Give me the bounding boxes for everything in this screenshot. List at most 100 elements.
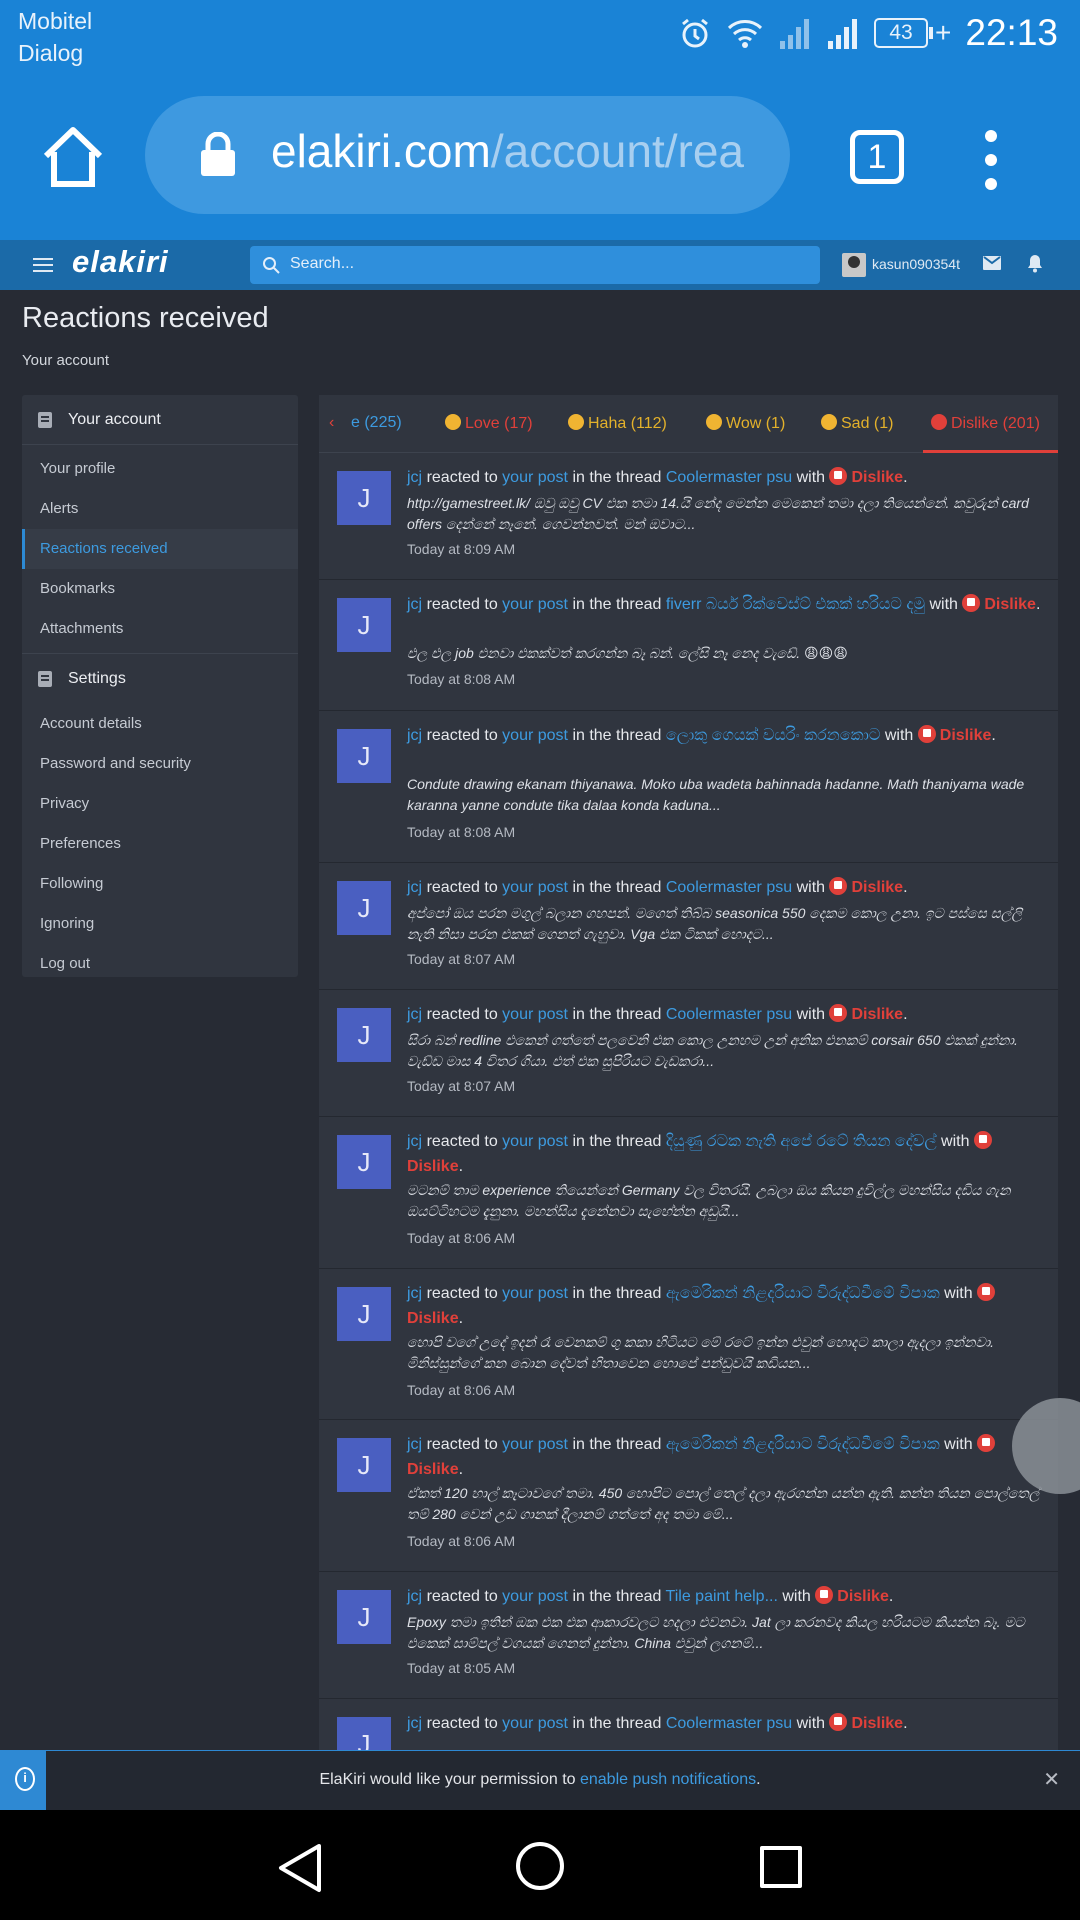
- post-link[interactable]: your post: [502, 1436, 568, 1453]
- enable-push-link[interactable]: enable push notifications: [580, 1771, 756, 1788]
- thread-link[interactable]: දියුණු රටක නැති අපේ රටේ තියන දේවල්: [666, 1133, 937, 1150]
- timestamp[interactable]: Today at 8:06 AM: [407, 1230, 515, 1246]
- breadcrumb[interactable]: Your account: [22, 352, 109, 369]
- tab-like[interactable]: e (225): [351, 414, 402, 432]
- post-link[interactable]: your post: [502, 596, 568, 613]
- tab-love[interactable]: Love (17): [445, 414, 533, 433]
- close-icon[interactable]: ✕: [1043, 1767, 1060, 1792]
- avatar[interactable]: J: [337, 471, 391, 525]
- avatar[interactable]: J: [337, 1008, 391, 1062]
- timestamp[interactable]: Today at 8:08 AM: [407, 824, 515, 840]
- post-link[interactable]: your post: [502, 469, 568, 486]
- user-link[interactable]: jcj: [407, 879, 422, 896]
- mail-icon[interactable]: [983, 256, 1001, 270]
- carrier-2: Dialog: [18, 40, 84, 66]
- user-link[interactable]: jcj: [407, 1588, 422, 1605]
- reaction-badge: Dislike: [917, 725, 991, 744]
- thread-link[interactable]: Coolermaster psu: [666, 1715, 792, 1732]
- user-link[interactable]: jcj: [407, 596, 422, 613]
- avatar[interactable]: J: [337, 1438, 391, 1492]
- user-avatar[interactable]: [842, 253, 866, 277]
- dislike-emoji-icon: [931, 414, 947, 430]
- search-input[interactable]: Search...: [250, 246, 820, 284]
- thread-link[interactable]: ඇමෙරිකන් නිළදරියාට විරුද්ධවීමේ විපාක: [666, 1436, 940, 1453]
- post-link[interactable]: your post: [502, 1588, 568, 1605]
- clock: 22:13: [965, 12, 1058, 53]
- system-nav-bar: [0, 1810, 1080, 1920]
- sidebar-item-bookmarks[interactable]: Bookmarks: [22, 569, 298, 609]
- sidebar-item-attachments[interactable]: Attachments: [22, 609, 298, 649]
- thread-link[interactable]: Coolermaster psu: [666, 879, 792, 896]
- carrier-1: Mobitel: [18, 8, 93, 34]
- tabs-scroll-left-icon[interactable]: ‹: [329, 414, 334, 432]
- sidebar-item-your-profile[interactable]: Your profile: [22, 449, 298, 489]
- menu-icon[interactable]: [985, 130, 999, 190]
- reaction-item: J jcj reacted to your post in the thread…: [319, 1269, 1058, 1420]
- timestamp[interactable]: Today at 8:06 AM: [407, 1533, 515, 1549]
- dislike-icon: [977, 1283, 996, 1301]
- timestamp[interactable]: Today at 8:07 AM: [407, 951, 515, 967]
- sidebar-item-account-details[interactable]: Account details: [22, 704, 298, 744]
- sidebar-item-log-out[interactable]: Log out: [22, 944, 298, 984]
- post-link[interactable]: your post: [502, 1285, 568, 1302]
- post-link[interactable]: your post: [502, 1006, 568, 1023]
- avatar[interactable]: J: [337, 1287, 391, 1341]
- thread-link[interactable]: Coolermaster psu: [666, 469, 792, 486]
- user-link[interactable]: jcj: [407, 1715, 422, 1732]
- reaction-item: J jcj reacted to your post in the thread…: [319, 1572, 1058, 1699]
- thread-link[interactable]: Tile paint help...: [666, 1588, 778, 1605]
- search-icon: [263, 257, 280, 274]
- user-link[interactable]: jcj: [407, 1285, 422, 1302]
- post-link[interactable]: your post: [502, 727, 568, 744]
- post-link[interactable]: your post: [502, 1715, 568, 1732]
- thread-link[interactable]: fiverr බයර් රික්වෙස්ට් එකක් හරියට දමු: [666, 596, 925, 613]
- hamburger-icon[interactable]: [33, 258, 53, 276]
- username[interactable]: kasun090354t: [872, 256, 960, 272]
- avatar[interactable]: J: [337, 1135, 391, 1189]
- avatar[interactable]: J: [337, 729, 391, 783]
- user-link[interactable]: jcj: [407, 469, 422, 486]
- bell-icon[interactable]: [1026, 253, 1044, 273]
- tab-sad[interactable]: Sad (1): [821, 414, 893, 433]
- timestamp[interactable]: Today at 8:09 AM: [407, 541, 515, 557]
- user-link[interactable]: jcj: [407, 1133, 422, 1150]
- tab-wow[interactable]: Wow (1): [706, 414, 785, 433]
- user-link[interactable]: jcj: [407, 1006, 422, 1023]
- thread-link[interactable]: Coolermaster psu: [666, 1006, 792, 1023]
- home-nav-icon[interactable]: [516, 1842, 564, 1890]
- timestamp[interactable]: Today at 8:08 AM: [407, 671, 515, 687]
- reaction-badge: Dislike: [829, 467, 903, 486]
- user-link[interactable]: jcj: [407, 727, 422, 744]
- post-link[interactable]: your post: [502, 879, 568, 896]
- sad-emoji-icon: [821, 414, 837, 430]
- home-icon[interactable]: [38, 122, 108, 192]
- thread-link[interactable]: ඇමෙරිකන් නිළදරියාට විරුද්ධවීමේ විපාක: [666, 1285, 940, 1302]
- sidebar-item-following[interactable]: Following: [22, 864, 298, 904]
- sidebar-item-privacy[interactable]: Privacy: [22, 784, 298, 824]
- sidebar-item-reactions-received[interactable]: Reactions received: [22, 529, 298, 569]
- tab-haha[interactable]: Haha (112): [568, 414, 667, 433]
- sidebar-item-preferences[interactable]: Preferences: [22, 824, 298, 864]
- avatar[interactable]: J: [337, 1590, 391, 1644]
- avatar[interactable]: J: [337, 598, 391, 652]
- back-icon[interactable]: [277, 1843, 323, 1893]
- avatar[interactable]: J: [337, 881, 391, 935]
- tab-switcher-button[interactable]: 1: [850, 130, 904, 184]
- post-snippet: අප්පෝ ඔය පරන මගුල් බලාන ගහපන්. මගෙත් තිබ…: [407, 905, 1023, 942]
- avatar[interactable]: J: [337, 1717, 391, 1750]
- recents-icon[interactable]: [760, 1846, 802, 1888]
- tab-dislike[interactable]: Dislike (201): [931, 414, 1040, 433]
- sidebar-item-password-security[interactable]: Password and security: [22, 744, 298, 784]
- thread-link[interactable]: ලොකු ගෙයක් වයරිං කරනකොට: [666, 727, 881, 744]
- timestamp[interactable]: Today at 8:05 AM: [407, 1660, 515, 1676]
- timestamp[interactable]: Today at 8:06 AM: [407, 1382, 515, 1398]
- sidebar-item-alerts[interactable]: Alerts: [22, 489, 298, 529]
- address-bar[interactable]: elakiri.com/account/rea: [145, 96, 790, 214]
- site-logo[interactable]: elakiri: [72, 244, 169, 280]
- timestamp[interactable]: Today at 8:07 AM: [407, 1078, 515, 1094]
- sidebar-item-ignoring[interactable]: Ignoring: [22, 904, 298, 944]
- user-link[interactable]: jcj: [407, 1436, 422, 1453]
- post-link[interactable]: your post: [502, 1133, 568, 1150]
- reaction-badge: Dislike: [829, 1713, 903, 1732]
- reaction-line: jcj reacted to your post in the thread f…: [407, 594, 1041, 613]
